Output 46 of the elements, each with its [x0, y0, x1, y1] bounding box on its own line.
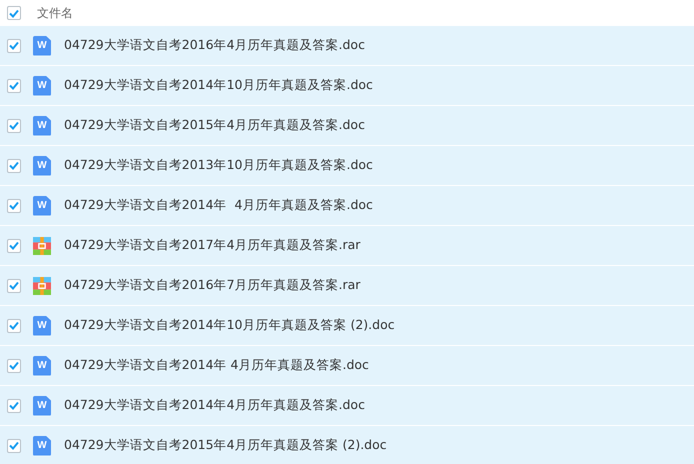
checkbox[interactable]	[7, 238, 21, 252]
checkbox[interactable]	[7, 38, 21, 52]
word-document-icon: W	[33, 356, 51, 376]
file-name: 04729大学语文自考2014年 4月历年真题及答案.doc	[64, 357, 369, 374]
file-row[interactable]: W 04729大学语文自考2014年10月历年真题及答案.doc	[0, 66, 694, 106]
word-document-icon: W	[33, 196, 51, 216]
file-name: 04729大学语文自考2014年 4月历年真题及答案.doc	[64, 197, 373, 214]
word-document-icon: W	[33, 316, 51, 336]
checkbox[interactable]	[7, 398, 21, 412]
word-document-icon: W	[33, 76, 51, 96]
file-row[interactable]: 04729大学语文自考2017年4月历年真题及答案.rar	[0, 226, 694, 266]
column-header[interactable]: 文件名	[37, 4, 73, 22]
word-document-icon: W	[33, 116, 51, 136]
file-name: 04729大学语文自考2016年7月历年真题及答案.rar	[64, 277, 360, 294]
file-name: 04729大学语文自考2013年10月历年真题及答案.doc	[64, 157, 373, 174]
checkbox[interactable]	[7, 78, 21, 92]
file-row[interactable]: W 04729大学语文自考2014年4月历年真题及答案.doc	[0, 386, 694, 426]
checkbox[interactable]	[7, 118, 21, 132]
checkbox[interactable]	[7, 438, 21, 452]
file-row[interactable]: 04729大学语文自考2016年7月历年真题及答案.rar	[0, 266, 694, 306]
word-document-icon: W	[33, 156, 51, 176]
checkbox[interactable]	[7, 198, 21, 212]
file-row[interactable]: W 04729大学语文自考2013年10月历年真题及答案.doc	[0, 146, 694, 186]
file-row[interactable]: W 04729大学语文自考2016年4月历年真题及答案.doc	[0, 26, 694, 66]
file-row[interactable]: W 04729大学语文自考2014年10月历年真题及答案 (2).doc	[0, 306, 694, 346]
file-row[interactable]: W 04729大学语文自考2014年 4月历年真题及答案.doc	[0, 186, 694, 226]
file-name: 04729大学语文自考2014年10月历年真题及答案 (2).doc	[64, 317, 395, 334]
checkbox[interactable]	[7, 158, 21, 172]
file-name: 04729大学语文自考2016年4月历年真题及答案.doc	[64, 37, 365, 54]
checkbox[interactable]	[7, 318, 21, 332]
file-name: 04729大学语文自考2015年4月历年真题及答案.doc	[64, 117, 365, 134]
checkbox[interactable]	[7, 6, 21, 20]
file-name: 04729大学语文自考2014年4月历年真题及答案.doc	[64, 397, 365, 414]
archive-icon	[33, 236, 51, 256]
file-name: 04729大学语文自考2014年10月历年真题及答案.doc	[64, 77, 373, 94]
word-document-icon: W	[33, 396, 51, 416]
checkbox[interactable]	[7, 278, 21, 292]
archive-icon	[33, 276, 51, 296]
file-row[interactable]: W 04729大学语文自考2015年4月历年真题及答案.doc	[0, 106, 694, 146]
file-name: 04729大学语文自考2015年4月历年真题及答案 (2).doc	[64, 437, 387, 454]
word-document-icon: W	[33, 36, 51, 56]
file-name: 04729大学语文自考2017年4月历年真题及答案.rar	[64, 237, 360, 254]
file-row[interactable]: W 04729大学语文自考2015年4月历年真题及答案 (2).doc	[0, 426, 694, 464]
word-document-icon: W	[33, 436, 51, 456]
file-row[interactable]: W 04729大学语文自考2014年 4月历年真题及答案.doc	[0, 346, 694, 386]
checkbox[interactable]	[7, 358, 21, 372]
